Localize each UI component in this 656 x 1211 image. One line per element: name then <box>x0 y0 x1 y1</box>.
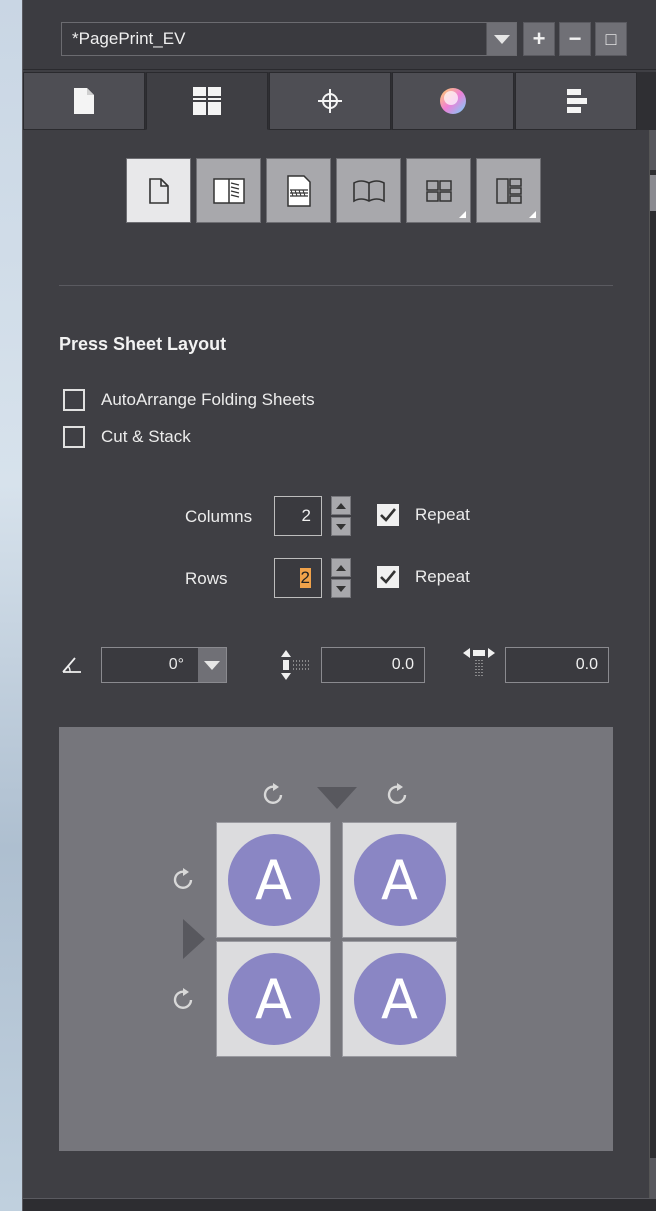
page-a-icon: A <box>227 953 320 1045</box>
columns-menu-button[interactable] <box>476 158 541 223</box>
dropdown-corner-icon <box>529 211 536 218</box>
tab-document[interactable] <box>23 72 145 130</box>
tab-bar-filler <box>638 72 656 130</box>
horizontal-spacing-icon <box>463 648 495 676</box>
maximize-button[interactable]: □ <box>595 22 627 56</box>
scroll-thumb[interactable] <box>650 175 656 211</box>
rotate-row-2-icon[interactable] <box>171 987 197 1013</box>
rotation-value: 0° <box>168 656 184 673</box>
chevron-down-icon[interactable] <box>198 648 226 682</box>
remove-preset-button[interactable]: − <box>559 22 591 56</box>
row-marker-icon <box>183 919 205 959</box>
rows-decrement-button[interactable] <box>331 579 351 598</box>
layout-preview: A A A A <box>59 727 613 1151</box>
crosshair-icon <box>318 89 342 113</box>
layout-mode-toolbar <box>126 158 541 223</box>
angle-icon <box>62 657 81 673</box>
align-icon <box>567 89 587 113</box>
scroll-up-button[interactable] <box>650 130 656 170</box>
section-divider <box>59 285 613 286</box>
horizontal-spacing-input[interactable]: 0.0 <box>505 647 609 683</box>
tab-bar <box>23 72 656 130</box>
vertical-spacing-icon <box>281 650 309 680</box>
scroll-down-button[interactable] <box>650 1158 656 1198</box>
columns-label: Columns <box>185 507 253 526</box>
rows-stepper[interactable] <box>331 558 351 598</box>
columns-repeat-row[interactable]: Repeat <box>377 504 470 526</box>
rows-increment-button[interactable] <box>331 558 351 577</box>
columns-layout-icon <box>495 177 522 204</box>
tab-layout[interactable] <box>146 72 268 130</box>
page-tile[interactable]: A <box>342 941 457 1057</box>
rows-repeat-row[interactable]: Repeat <box>377 566 470 588</box>
tab-align[interactable] <box>515 72 637 130</box>
section-title: Press Sheet Layout <box>59 334 227 354</box>
columns-repeat-checkbox[interactable] <box>377 504 399 526</box>
tab-marks[interactable] <box>269 72 391 130</box>
maximize-icon: □ <box>605 28 617 49</box>
blank-page-icon <box>148 177 169 204</box>
saddle-stitch-mode-button[interactable] <box>336 158 401 223</box>
rotate-column-1-icon[interactable] <box>261 782 287 808</box>
bound-sheet-icon <box>286 174 311 207</box>
page-a-icon: A <box>353 953 446 1045</box>
columns-value: 2 <box>301 506 311 525</box>
panel-footer <box>23 1198 656 1211</box>
columns-stepper[interactable] <box>331 496 351 536</box>
layout-grid-icon <box>193 87 221 115</box>
page-icon <box>74 88 94 114</box>
plus-icon: + <box>532 26 546 51</box>
preset-dropdown[interactable]: *PagePrint_EV <box>61 22 517 56</box>
rows-repeat-checkbox[interactable] <box>377 566 399 588</box>
color-wheel-icon <box>440 88 466 114</box>
cut-stack-label: Cut & Stack <box>101 427 191 446</box>
rows-repeat-label: Repeat <box>415 567 470 586</box>
grid-menu-button[interactable] <box>406 158 471 223</box>
print-layout-panel: *PagePrint_EV + − □ Press Sheet Layout A… <box>22 0 656 1211</box>
vertical-spacing-value: 0.0 <box>391 656 414 673</box>
auto-arrange-checkbox[interactable] <box>63 389 85 411</box>
perfect-bound-mode-button[interactable] <box>266 158 331 223</box>
tab-color[interactable] <box>392 72 514 130</box>
vertical-spacing-input[interactable]: 0.0 <box>321 647 425 683</box>
page-tile[interactable]: A <box>216 822 331 938</box>
vertical-scrollbar[interactable] <box>649 130 656 1198</box>
dropdown-corner-icon <box>459 211 466 218</box>
columns-repeat-label: Repeat <box>415 505 470 524</box>
rotation-dropdown[interactable]: 0° <box>101 647 227 683</box>
page-tile[interactable]: A <box>342 822 457 938</box>
cut-stack-checkbox[interactable] <box>63 426 85 448</box>
add-preset-button[interactable]: + <box>523 22 555 56</box>
page-a-icon: A <box>227 834 320 926</box>
rows-label: Rows <box>185 569 228 588</box>
checkmark-icon <box>380 508 396 522</box>
columns-decrement-button[interactable] <box>331 517 351 536</box>
grid-layout-icon <box>425 179 452 202</box>
page-a-icon: A <box>353 834 446 926</box>
panel-header: *PagePrint_EV + − □ <box>23 0 656 70</box>
single-page-mode-button[interactable] <box>126 158 191 223</box>
columns-increment-button[interactable] <box>331 496 351 515</box>
desktop-background <box>0 0 22 1211</box>
rows-input[interactable]: 2 <box>274 558 322 598</box>
folded-mode-button[interactable] <box>196 158 261 223</box>
cut-stack-checkbox-row[interactable]: Cut & Stack <box>63 426 191 448</box>
open-book-icon <box>352 179 385 202</box>
checkmark-icon <box>380 570 396 584</box>
rows-value: 2 <box>299 568 311 588</box>
auto-arrange-checkbox-row[interactable]: AutoArrange Folding Sheets <box>63 389 315 411</box>
page-tile[interactable]: A <box>216 941 331 1057</box>
preset-value: *PagePrint_EV <box>72 29 186 48</box>
horizontal-spacing-value: 0.0 <box>575 656 598 673</box>
folded-sheet-icon <box>212 177 245 204</box>
column-marker-icon <box>317 787 357 809</box>
columns-input[interactable]: 2 <box>274 496 322 536</box>
minus-icon: − <box>568 26 582 51</box>
auto-arrange-label: AutoArrange Folding Sheets <box>101 390 315 409</box>
rotate-column-2-icon[interactable] <box>385 782 411 808</box>
rotate-row-1-icon[interactable] <box>171 867 197 893</box>
chevron-down-icon[interactable] <box>486 23 516 55</box>
